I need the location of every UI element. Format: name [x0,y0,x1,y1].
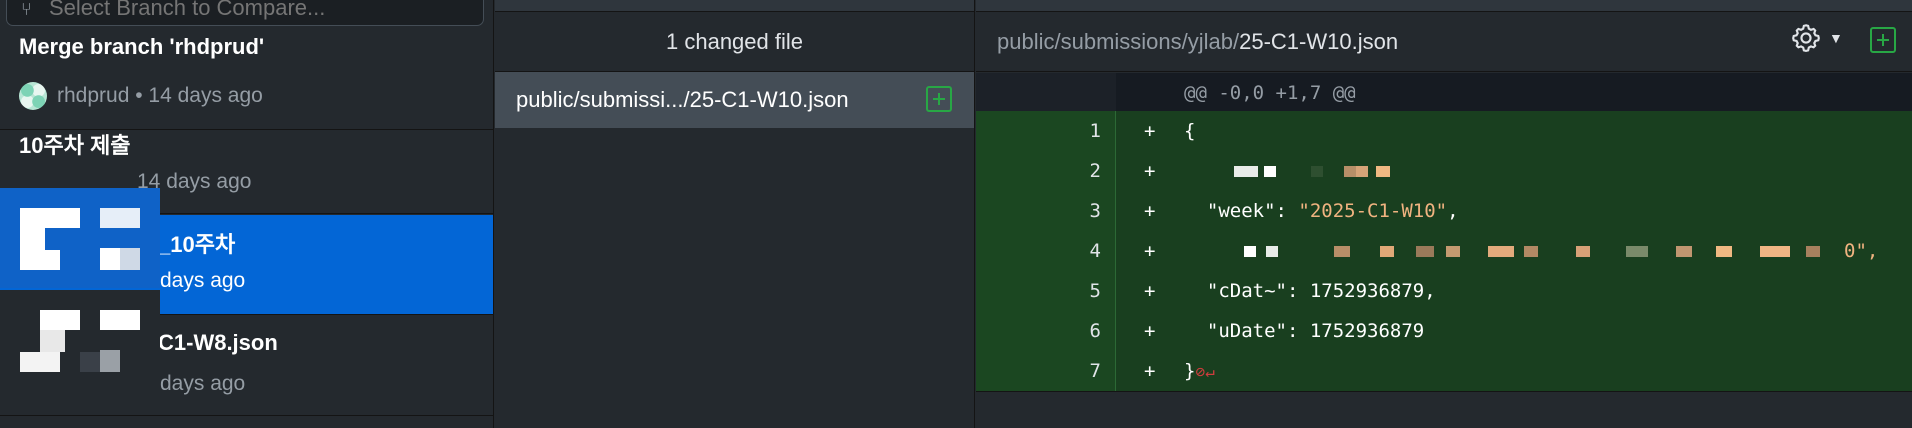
changed-file-name: public/submissi.../25-C1-W10.json [516,87,849,112]
hunk-range: @@ -0,0 +1,7 @@ [1184,82,1356,104]
diff-line[interactable]: 7 + }⊘↵ [976,351,1912,391]
branch-compare-box[interactable]: ⑂ [6,0,484,26]
json-punctuation: , [1447,200,1459,222]
commit-title: 10주차 제출 [19,133,131,158]
json-key: "week": [1184,200,1299,222]
history-pane: ⑂ Merge branch 'rhdprud' rhdprud • 14 da… [0,0,494,428]
line-code: "week": "2025-C1-W10", [1184,200,1459,222]
commit-time: 14 days ago [148,84,263,107]
line-number: 3 [1089,200,1101,222]
diff-line[interactable]: 3 + "week": "2025-C1-W10", [976,191,1912,231]
gear-icon[interactable] [1790,22,1822,54]
commit-time: days ago [160,269,246,292]
line-code: }⊘↵ [1184,360,1215,382]
line-code: { [1184,120,1196,142]
commit-title: Merge branch 'rhdprud' [19,34,265,59]
line-sign: + [1144,240,1156,262]
diff-path-directory: public/submissions/yjlab/ [997,29,1240,54]
plus-square-icon[interactable] [1870,27,1896,53]
branch-icon: ⑂ [21,0,32,19]
avatar [19,82,47,110]
redacted-avatar [0,290,160,390]
diff-line[interactable]: 1 + { [976,111,1912,151]
line-number: 1 [1089,120,1101,142]
diff-line[interactable]: 6 + "uDate": 1752936879 [976,311,1912,351]
commit-separator: • [129,84,149,107]
diff-line[interactable]: 5 + "cDat~": 1752936879, [976,271,1912,311]
diff-footer [976,391,1912,428]
diff-line[interactable]: 2 + [976,151,1912,191]
caret-down-icon[interactable]: ▼ [1829,30,1843,46]
commit-time: days ago [160,372,246,395]
diff-content: @@ -0,0 +1,7 @@ 1 + { 2 + 3 + "week": "2… [976,73,1912,391]
line-number: 4 [1089,240,1101,262]
line-code: "cDat~": 1752936879, [1184,280,1436,302]
line-code-tail: 0", [1844,240,1879,262]
changed-files-count: 1 changed file [495,12,974,72]
changed-file-item[interactable]: public/submissi.../25-C1-W10.json [495,72,974,128]
pane-divider [976,0,1912,12]
commit-title: C1-W8.json [158,330,278,355]
line-number: 6 [1089,320,1101,342]
line-number: 2 [1089,160,1101,182]
diff-path-filename: 25-C1-W10.json [1239,29,1399,54]
file-added-icon [926,86,952,112]
line-number: 5 [1089,280,1101,302]
line-sign: + [1144,160,1156,182]
changed-files-pane: 1 changed file public/submissi.../25-C1-… [495,0,975,428]
line-sign: + [1144,120,1156,142]
line-sign: + [1144,200,1156,222]
line-code: "uDate": 1752936879 [1184,320,1425,342]
line-sign: + [1144,360,1156,382]
pane-divider [495,0,974,12]
diff-pane: public/submissions/yjlab/25-C1-W10.json … [976,0,1912,428]
line-sign: + [1144,320,1156,342]
redacted-avatar [0,188,160,288]
line-sign: + [1144,280,1156,302]
branch-compare-input[interactable] [49,0,469,21]
line-number: 7 [1089,360,1101,382]
json-string-value: "2025-C1-W10" [1298,200,1448,222]
commit-author: rhdprud [57,84,130,107]
hunk-header: @@ -0,0 +1,7 @@ [976,73,1912,111]
diff-file-path: public/submissions/yjlab/25-C1-W10.json [997,29,1398,55]
diff-line[interactable]: 4 + 0", [976,231,1912,271]
commit-title: _10주차 [158,232,236,257]
no-newline-icon: ⊘↵ [1195,362,1215,381]
diff-header: public/submissions/yjlab/25-C1-W10.json … [976,12,1912,72]
